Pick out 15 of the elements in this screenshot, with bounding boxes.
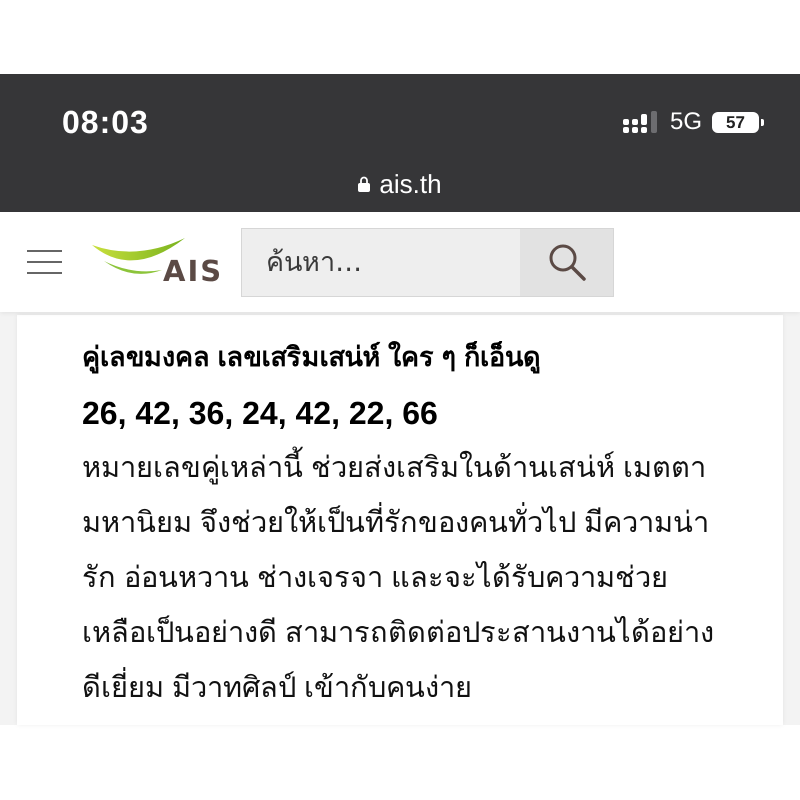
address-link[interactable]: ais.th [358, 171, 442, 197]
search-icon [548, 243, 586, 281]
article-paragraph: หมายเลขคู่เหล่านี้ ช่วยส่งเสริมในด้านเสน่ห์ เมตตามหานิยม จึงช่วยให้เป็นที่รักของคนทั่วไป มีความน่ารัก อ่อนหวาน ช่างเจรจา และจะได้รับความช่วยเหลือเป็นอย่างดี สามารถติดต่อประสานงานได้อย่างดีเยี่ยม มีวาทศิลป์ เข้ากับคนง่าย [82, 441, 732, 716]
menu-button[interactable] [27, 249, 62, 275]
search-button[interactable] [520, 228, 614, 296]
article-title: คู่เลขมงคล เลขเสริมเสน่ห์ ใคร ๆ ก็เอ็นดู [82, 340, 542, 376]
lucky-numbers: 26, 42, 36, 24, 42, 22, 66 [82, 394, 439, 433]
lock-icon [358, 176, 370, 192]
signal-icon [622, 111, 659, 133]
logo-link[interactable]: AIS [92, 237, 224, 287]
search-field[interactable]: ค้นหา… [242, 228, 520, 296]
status-time: 08:03 [62, 106, 149, 138]
menu-icon [27, 249, 62, 275]
battery-indicator: 57 [712, 112, 764, 132]
network-type: 5G [670, 110, 702, 134]
